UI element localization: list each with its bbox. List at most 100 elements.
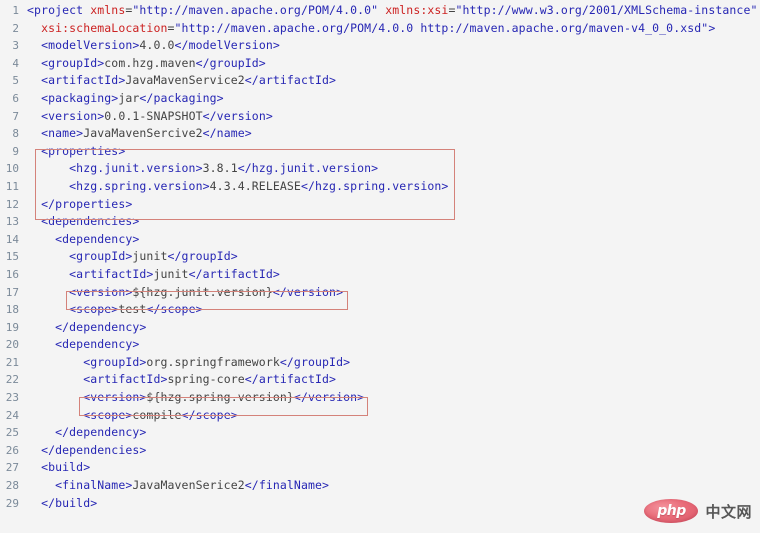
line-number: 8 [12, 127, 19, 141]
code-line: 12 </properties> [0, 196, 760, 214]
code-token: "http://www.w3.org/2001/XMLSchema-instan… [455, 3, 758, 17]
code-token: ${hzg.spring.version} [146, 390, 294, 405]
line-number: 17 [5, 285, 19, 299]
code-token: compile [132, 407, 182, 422]
code-token: <dependency> [55, 231, 140, 246]
code-token: jar [118, 90, 140, 105]
code-line-list: 1 <project xmlns = "http://maven.apache.org… [0, 0, 760, 512]
code-token: </groupId> [167, 249, 238, 264]
code-token: <modelVersion> [41, 38, 140, 53]
line-number: 21 [5, 355, 19, 369]
code-token: JavaMavenSerice2 [132, 478, 245, 493]
code-token: </artifactId> [188, 266, 280, 281]
code-token: <version> [83, 390, 147, 405]
watermark-site-name: 中文网 [705, 502, 752, 521]
code-line: 9 <properties> [0, 143, 760, 161]
line-number: 20 [5, 338, 19, 352]
code-token: <artifactId> [83, 372, 168, 387]
code-line: 10 <hzg.junit.version>3.8.1</hzg.junit.v… [0, 160, 760, 178]
code-token: test [118, 302, 147, 317]
line-number: 15 [5, 250, 19, 264]
code-line-content: xsi:schemaLocation="http://maven.apache.… [27, 20, 760, 38]
code-token: spring-core [167, 372, 245, 387]
code-line: 28 <finalName>JavaMavenSerice2</finalNam… [0, 477, 760, 495]
code-token: </build> [41, 495, 98, 510]
line-number: 26 [5, 443, 19, 457]
code-token: </dependency> [55, 425, 147, 440]
code-line: 25 </dependency> [0, 424, 760, 442]
code-line: 20 <dependency> [0, 336, 760, 354]
watermark: php 中文网 [644, 499, 752, 523]
code-token: </scope> [146, 302, 203, 317]
code-line-content: <artifactId>junit</artifactId> [27, 266, 760, 284]
code-line-content: <scope>compile</scope> [27, 407, 760, 425]
code-token: junit [153, 266, 189, 281]
line-number: 29 [5, 496, 19, 510]
code-token: <groupId> [69, 249, 133, 264]
code-line: 3 <modelVersion>4.0.0</modelVersion> [0, 37, 760, 55]
code-token: </version> [293, 390, 365, 405]
line-number: 12 [5, 197, 19, 211]
code-line-content: <dependencies> [27, 213, 760, 231]
code-line: 18 <scope>test</scope> [0, 301, 760, 319]
code-token: xmlns [90, 3, 126, 17]
line-number: 6 [12, 91, 19, 105]
code-token: </hzg.spring.version> [300, 178, 449, 193]
code-line: 5 <artifactId>JavaMavenService2</artifac… [0, 72, 760, 90]
code-viewer[interactable]: 1 <project xmlns = "http://maven.apache.org… [0, 0, 760, 533]
code-token: <groupId> [83, 354, 147, 369]
code-token: junit [132, 249, 168, 264]
code-line-content: <groupId>junit</groupId> [27, 248, 760, 266]
code-token: </finalName> [244, 478, 330, 493]
code-line: 23 <version>${hzg.spring.version}</versi… [0, 389, 760, 407]
code-token: "http://maven.apache.org/POM/4.0.0" [132, 3, 379, 17]
php-logo-icon: php [644, 499, 699, 523]
line-number: 10 [5, 162, 19, 176]
code-line-content: </dependency> [27, 319, 760, 337]
code-line-content: </dependencies> [27, 442, 760, 460]
line-number: 1 [12, 4, 19, 17]
code-token: <name> [41, 126, 84, 141]
code-token: 4.0.0 [139, 38, 175, 53]
code-token: 4.3.4.RELEASE [209, 178, 301, 193]
code-token: JavaMavenService2 [125, 73, 245, 88]
line-number: 9 [12, 144, 19, 158]
code-token: <groupId> [41, 55, 105, 70]
line-number: 18 [5, 303, 19, 317]
code-line: 8 <name>JavaMavenSercive2</name> [0, 125, 760, 143]
code-line: 6 <packaging>jar</packaging> [0, 90, 760, 108]
code-token: </dependencies> [41, 442, 147, 457]
code-token: </artifactId> [244, 73, 337, 88]
line-number: 16 [5, 267, 19, 281]
code-token: = [167, 20, 175, 35]
code-token: <packaging> [41, 90, 119, 105]
line-number: 7 [12, 109, 19, 123]
code-line: 27 <build> [0, 459, 760, 477]
code-token: </artifactId> [244, 372, 337, 387]
line-number: 3 [12, 39, 19, 53]
code-line: 11 <hzg.spring.version>4.3.4.RELEASE</hz… [0, 178, 760, 196]
code-token: <project [27, 3, 91, 17]
code-token: <version> [41, 108, 105, 123]
code-line: 1 <project xmlns="http://maven.apache.org… [0, 2, 760, 20]
code-token: <hzg.junit.version> [69, 161, 203, 176]
code-line-content: <groupId>com.hzg.maven</groupId> [27, 55, 760, 73]
code-token: <scope> [83, 407, 133, 422]
code-line-content: <name>JavaMavenSercive2</name> [27, 125, 760, 143]
code-line: 22 <artifactId>spring-core</artifactId> [0, 371, 760, 389]
